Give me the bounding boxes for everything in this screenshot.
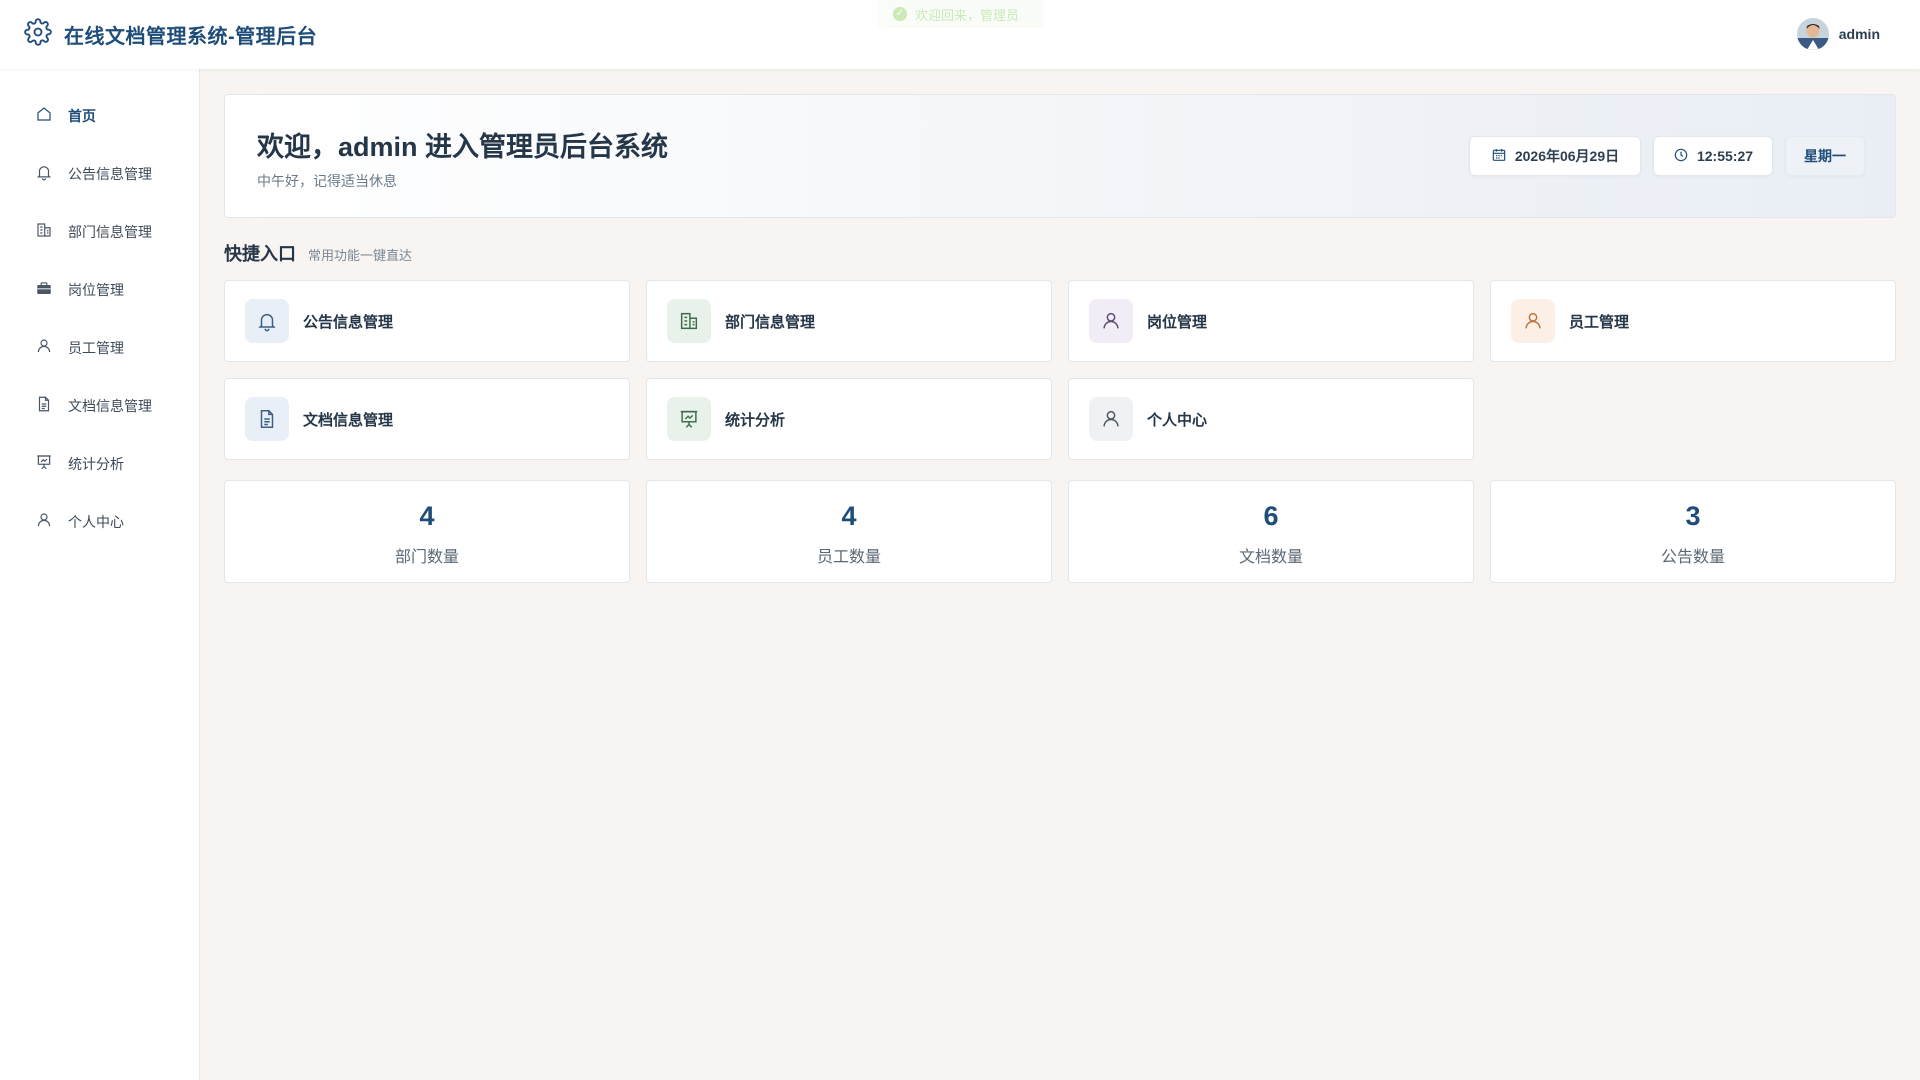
sidebar-item-label: 员工管理: [68, 340, 124, 356]
sidebar-item-label: 岗位管理: [68, 282, 124, 298]
presentation-chart-icon: [667, 397, 711, 441]
quick-entry-title: 快捷入口: [224, 244, 296, 264]
stat-card-departments: 4 部门数量: [224, 480, 630, 583]
sidebar-item-departments[interactable]: 部门信息管理: [0, 209, 200, 255]
sidebar: 首页 公告信息管理 部门信息管理 岗位管理 员工管理 文档信息管理 统计分析 个…: [0, 69, 200, 1080]
quick-entry-subtitle: 常用功能一键直达: [308, 248, 413, 263]
quick-card-label: 岗位管理: [1147, 313, 1208, 331]
stat-card-employees: 4 员工数量: [646, 480, 1052, 583]
briefcase-icon: [35, 279, 53, 302]
stat-value: 3: [1685, 501, 1701, 531]
sidebar-item-positions[interactable]: 岗位管理: [0, 267, 200, 313]
quick-card-profile[interactable]: 个人中心: [1068, 378, 1474, 460]
sidebar-item-statistics[interactable]: 统计分析: [0, 441, 200, 487]
building-icon: [667, 299, 711, 343]
brand[interactable]: 在线文档管理系统-管理后台: [24, 18, 317, 51]
time-chip: 12:55:27: [1653, 136, 1773, 176]
sidebar-item-label: 公告信息管理: [68, 166, 152, 182]
username[interactable]: admin: [1839, 26, 1880, 42]
quick-card-label: 部门信息管理: [725, 313, 816, 331]
welcome-title: 欢迎，admin 进入管理员后台系统: [257, 132, 669, 162]
top-header: 在线文档管理系统-管理后台 ✓ 欢迎回来，管理员 admin: [0, 0, 1920, 69]
user-icon: [35, 511, 53, 534]
app-title: 在线文档管理系统-管理后台: [64, 26, 318, 48]
stat-label: 公告数量: [1660, 549, 1725, 566]
welcome-toast: ✓ 欢迎回来，管理员: [877, 0, 1044, 28]
building-icon: [35, 221, 53, 244]
quick-card-label: 员工管理: [1569, 313, 1630, 331]
document-icon: [245, 397, 289, 441]
quick-card-label: 统计分析: [725, 411, 786, 429]
gear-icon: [24, 18, 52, 51]
welcome-banner: 欢迎，admin 进入管理员后台系统 中午好，记得适当休息 2026年06月29…: [224, 94, 1896, 218]
current-weekday: 星期一: [1804, 148, 1846, 164]
quick-card-documents[interactable]: 文档信息管理: [224, 378, 630, 460]
stat-label: 部门数量: [394, 549, 459, 566]
welcome-subtitle: 中午好，记得适当休息: [257, 173, 397, 189]
sidebar-item-documents[interactable]: 文档信息管理: [0, 383, 200, 429]
sidebar-item-label: 首页: [68, 108, 96, 124]
stat-value: 6: [1263, 501, 1279, 531]
user-icon: [1089, 397, 1133, 441]
stat-card-notices: 3 公告数量: [1490, 480, 1896, 583]
current-date: 2026年06月29日: [1514, 148, 1620, 164]
presentation-chart-icon: [35, 453, 53, 476]
home-icon: [35, 105, 53, 128]
sidebar-item-employees[interactable]: 员工管理: [0, 325, 200, 371]
quick-card-departments[interactable]: 部门信息管理: [646, 280, 1052, 362]
sidebar-item-profile[interactable]: 个人中心: [0, 499, 200, 545]
stat-label: 文档数量: [1238, 549, 1303, 566]
quick-card-label: 文档信息管理: [303, 411, 394, 429]
weekday-chip: 星期一: [1785, 136, 1865, 176]
stat-card-documents: 6 文档数量: [1068, 480, 1474, 583]
quick-card-notices[interactable]: 公告信息管理: [224, 280, 630, 362]
quick-card-statistics[interactable]: 统计分析: [646, 378, 1052, 460]
user-menu[interactable]: admin: [1796, 18, 1880, 50]
quick-card-positions[interactable]: 岗位管理: [1068, 280, 1474, 362]
user-icon: [35, 337, 53, 360]
calendar-icon: [1491, 147, 1515, 166]
sidebar-item-label: 部门信息管理: [68, 224, 152, 240]
avatar[interactable]: [1796, 18, 1829, 50]
stat-value: 4: [419, 501, 435, 531]
bell-icon: [245, 299, 289, 343]
clock-icon: [1673, 147, 1697, 166]
current-time: 12:55:27: [1696, 148, 1754, 164]
stat-value: 4: [841, 501, 857, 531]
sidebar-item-home[interactable]: 首页: [0, 93, 200, 139]
quick-card-employees[interactable]: 员工管理: [1490, 280, 1896, 362]
sidebar-item-label: 统计分析: [68, 456, 124, 472]
user-icon: [1511, 299, 1555, 343]
sidebar-item-label: 个人中心: [68, 514, 124, 530]
stat-label: 员工数量: [816, 549, 881, 566]
quick-card-label: 公告信息管理: [303, 313, 394, 331]
document-icon: [35, 395, 53, 418]
sidebar-item-notices[interactable]: 公告信息管理: [0, 151, 200, 197]
toast-message: 欢迎回来，管理员: [915, 7, 1020, 23]
check-circle-icon: ✓: [893, 7, 907, 21]
quick-card-label: 个人中心: [1147, 411, 1208, 429]
bell-icon: [35, 163, 53, 186]
user-icon: [1089, 299, 1133, 343]
sidebar-item-label: 文档信息管理: [68, 398, 152, 414]
date-chip: 2026年06月29日: [1469, 136, 1641, 176]
